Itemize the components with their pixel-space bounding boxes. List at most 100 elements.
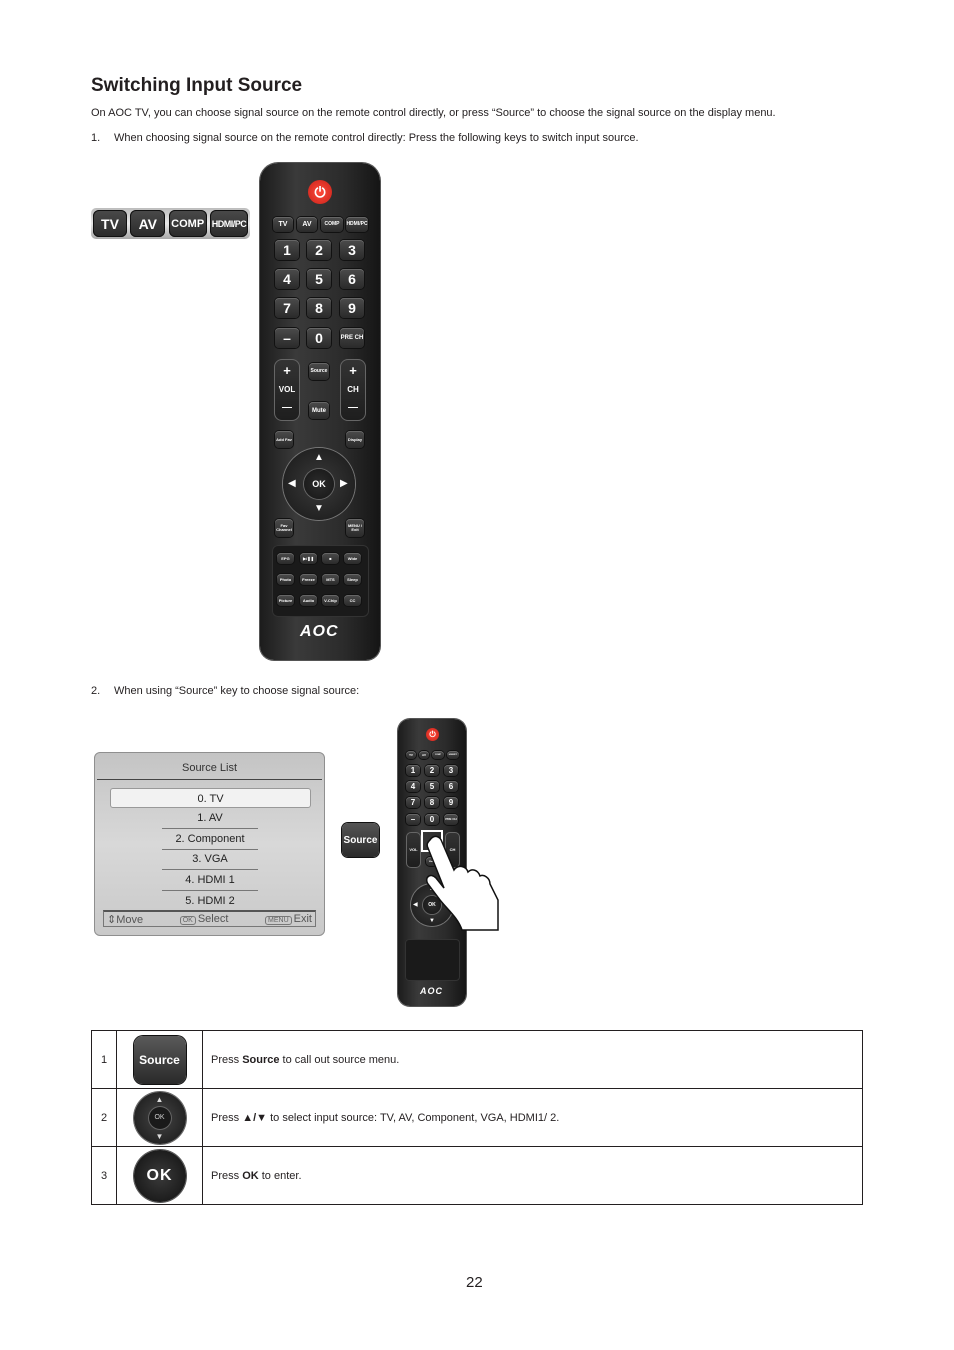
remote-menu-exit-key[interactable]: MENU / Exit bbox=[346, 519, 364, 537]
remote-key-8[interactable]: 8 bbox=[425, 797, 439, 808]
remote-freeze-key[interactable]: Freeze bbox=[300, 574, 317, 585]
remote-key-7[interactable]: 7 bbox=[275, 298, 299, 318]
row-description: Press ▲/▼ to select input source: TV, AV… bbox=[202, 1088, 863, 1147]
arrow-up-icon[interactable]: ▲ bbox=[314, 453, 324, 463]
remote-add-fav-key[interactable]: Add Fav bbox=[275, 431, 293, 448]
power-icon[interactable]: ⏻ bbox=[426, 728, 439, 741]
remote-key-3[interactable]: 3 bbox=[340, 240, 364, 260]
remote-key-dash[interactable]: – bbox=[406, 814, 420, 825]
function-keys-panel bbox=[405, 939, 460, 981]
remote-key-2[interactable]: 2 bbox=[307, 240, 331, 260]
remote-cc-key[interactable]: CC bbox=[344, 595, 361, 606]
remote-key-0[interactable]: 0 bbox=[307, 328, 331, 348]
source-item[interactable]: 2. Component bbox=[162, 829, 258, 850]
comp-key[interactable]: COMP bbox=[168, 210, 207, 237]
arrow-down-icon[interactable]: ▼ bbox=[314, 504, 324, 514]
remote-play-pause-key[interactable]: ▶/❚❚ bbox=[300, 553, 317, 564]
arrow-right-icon[interactable]: ▶ bbox=[340, 479, 348, 489]
remote-vchip-key[interactable]: V-Chip bbox=[322, 595, 339, 606]
hand-pointer-icon bbox=[425, 835, 499, 931]
remote-audio-key[interactable]: Audio bbox=[300, 595, 317, 606]
vol-rocker[interactable]: + VOL — bbox=[274, 359, 300, 421]
remote-key-3[interactable]: 3 bbox=[444, 765, 458, 776]
remote-key-9[interactable]: 9 bbox=[340, 298, 364, 318]
remote-av-key[interactable]: AV bbox=[297, 217, 317, 232]
av-key[interactable]: AV bbox=[130, 210, 166, 237]
remote-wide-key[interactable]: Wide bbox=[344, 553, 361, 564]
ch-rocker[interactable]: + CH — bbox=[340, 359, 366, 421]
remote-ok-key[interactable]: OK bbox=[304, 469, 334, 499]
select-hint: OK Select bbox=[179, 913, 228, 925]
exit-hint: MENU Exit bbox=[265, 913, 312, 925]
arrow-left-icon[interactable]: ◀ bbox=[413, 902, 418, 908]
remote-mute-key[interactable]: Mute bbox=[309, 402, 329, 419]
remote-key-5[interactable]: 5 bbox=[307, 269, 331, 289]
remote-comp-key[interactable]: COMP bbox=[432, 751, 444, 759]
table-row: 1 Source Press Source to call out source… bbox=[91, 1030, 863, 1089]
source-menu-footer: ⇕Move OK Select MENU Exit bbox=[103, 910, 316, 927]
arrow-left-icon[interactable]: ◀ bbox=[288, 479, 296, 489]
move-label: Move bbox=[116, 913, 144, 926]
power-icon[interactable]: ⏻ bbox=[308, 180, 332, 204]
source-item[interactable]: 1. AV bbox=[162, 808, 258, 829]
dpad[interactable]: ▲ ▼ ◀ ▶ OK bbox=[283, 448, 355, 520]
remote-comp-key[interactable]: COMP bbox=[321, 217, 343, 232]
source-item[interactable]: 4. HDMI 1 bbox=[162, 870, 258, 891]
remote-key-dash[interactable]: – bbox=[275, 328, 299, 348]
remote-mts-key[interactable]: MTS bbox=[322, 574, 339, 585]
remote-key-2[interactable]: 2 bbox=[425, 765, 439, 776]
remote-tv-key[interactable]: TV bbox=[406, 751, 416, 759]
desc-text: to enter. bbox=[258, 1169, 302, 1182]
remote-stop-key[interactable]: ■ bbox=[322, 553, 339, 564]
aoc-logo: AOC bbox=[300, 623, 339, 640]
remote-key-prech[interactable]: PRE CH bbox=[444, 814, 458, 825]
remote-key-prech[interactable]: PRE CH bbox=[340, 328, 364, 348]
tv-key[interactable]: TV bbox=[93, 210, 127, 237]
remote-key-5[interactable]: 5 bbox=[425, 781, 439, 792]
remote-sleep-key[interactable]: Sleep bbox=[344, 574, 361, 585]
remote-key-1[interactable]: 1 bbox=[275, 240, 299, 260]
source-item[interactable]: 5. HDMI 2 bbox=[162, 891, 258, 911]
exit-label: Exit bbox=[293, 913, 312, 925]
remote-key-1[interactable]: 1 bbox=[406, 765, 420, 776]
source-list-menu: Source List 0. TV 1. AV 2. Component 3. … bbox=[94, 752, 325, 936]
ch-up[interactable]: + bbox=[341, 363, 365, 378]
remote-key-0[interactable]: 0 bbox=[425, 814, 439, 825]
source-item[interactable]: 3. VGA bbox=[162, 849, 258, 870]
remote-fav-channel-key[interactable]: Fav Channel bbox=[275, 519, 293, 537]
remote-key-9[interactable]: 9 bbox=[444, 797, 458, 808]
source-button-icon: Source bbox=[133, 1035, 186, 1084]
step-number: 1. bbox=[91, 132, 101, 144]
remote-key-8[interactable]: 8 bbox=[307, 298, 331, 318]
remote-source-key[interactable]: Source bbox=[309, 363, 329, 380]
dpad-updown-icon: ▲ OK ▼ bbox=[133, 1091, 186, 1144]
remote-hdmi-key[interactable]: HDMI/PC bbox=[346, 217, 368, 232]
remote-av-key[interactable]: AV bbox=[419, 751, 429, 759]
ok-label: OK bbox=[148, 1106, 171, 1129]
vol-up[interactable]: + bbox=[275, 363, 299, 378]
hdmi-pc-key[interactable]: HDMI/PC bbox=[209, 210, 248, 237]
ch-down[interactable]: — bbox=[341, 402, 365, 413]
remote-key-4[interactable]: 4 bbox=[275, 269, 299, 289]
desc-text: Press bbox=[211, 1169, 243, 1182]
table-row: 2 ▲ OK ▼ Press ▲/▼ to select input sourc… bbox=[91, 1088, 863, 1147]
remote-photo-key[interactable]: Photo bbox=[277, 574, 294, 585]
remote-key-7[interactable]: 7 bbox=[406, 797, 420, 808]
remote-key-4[interactable]: 4 bbox=[406, 781, 420, 792]
vol-down[interactable]: — bbox=[275, 402, 299, 413]
remote-epg-key[interactable]: EPG bbox=[277, 553, 294, 564]
remote-hdmi-key[interactable]: HDMI/PC bbox=[447, 751, 459, 759]
desc-text: Press bbox=[211, 1111, 243, 1124]
remote-key-6[interactable]: 6 bbox=[444, 781, 458, 792]
section-title: Switching Input Source bbox=[91, 75, 303, 96]
vol-label: VOL bbox=[278, 385, 296, 394]
remote-display-key[interactable]: Display bbox=[346, 431, 364, 448]
source-item-selected[interactable]: 0. TV bbox=[110, 788, 311, 808]
remote-tv-key[interactable]: TV bbox=[273, 217, 293, 232]
input-keys-strip: TV AV COMP HDMI/PC bbox=[91, 208, 250, 239]
source-button[interactable]: Source bbox=[342, 823, 379, 857]
remote-key-6[interactable]: 6 bbox=[340, 269, 364, 289]
ok-button-icon: OK bbox=[133, 1149, 186, 1202]
divider bbox=[97, 779, 322, 780]
remote-picture-key[interactable]: Picture bbox=[277, 595, 294, 606]
